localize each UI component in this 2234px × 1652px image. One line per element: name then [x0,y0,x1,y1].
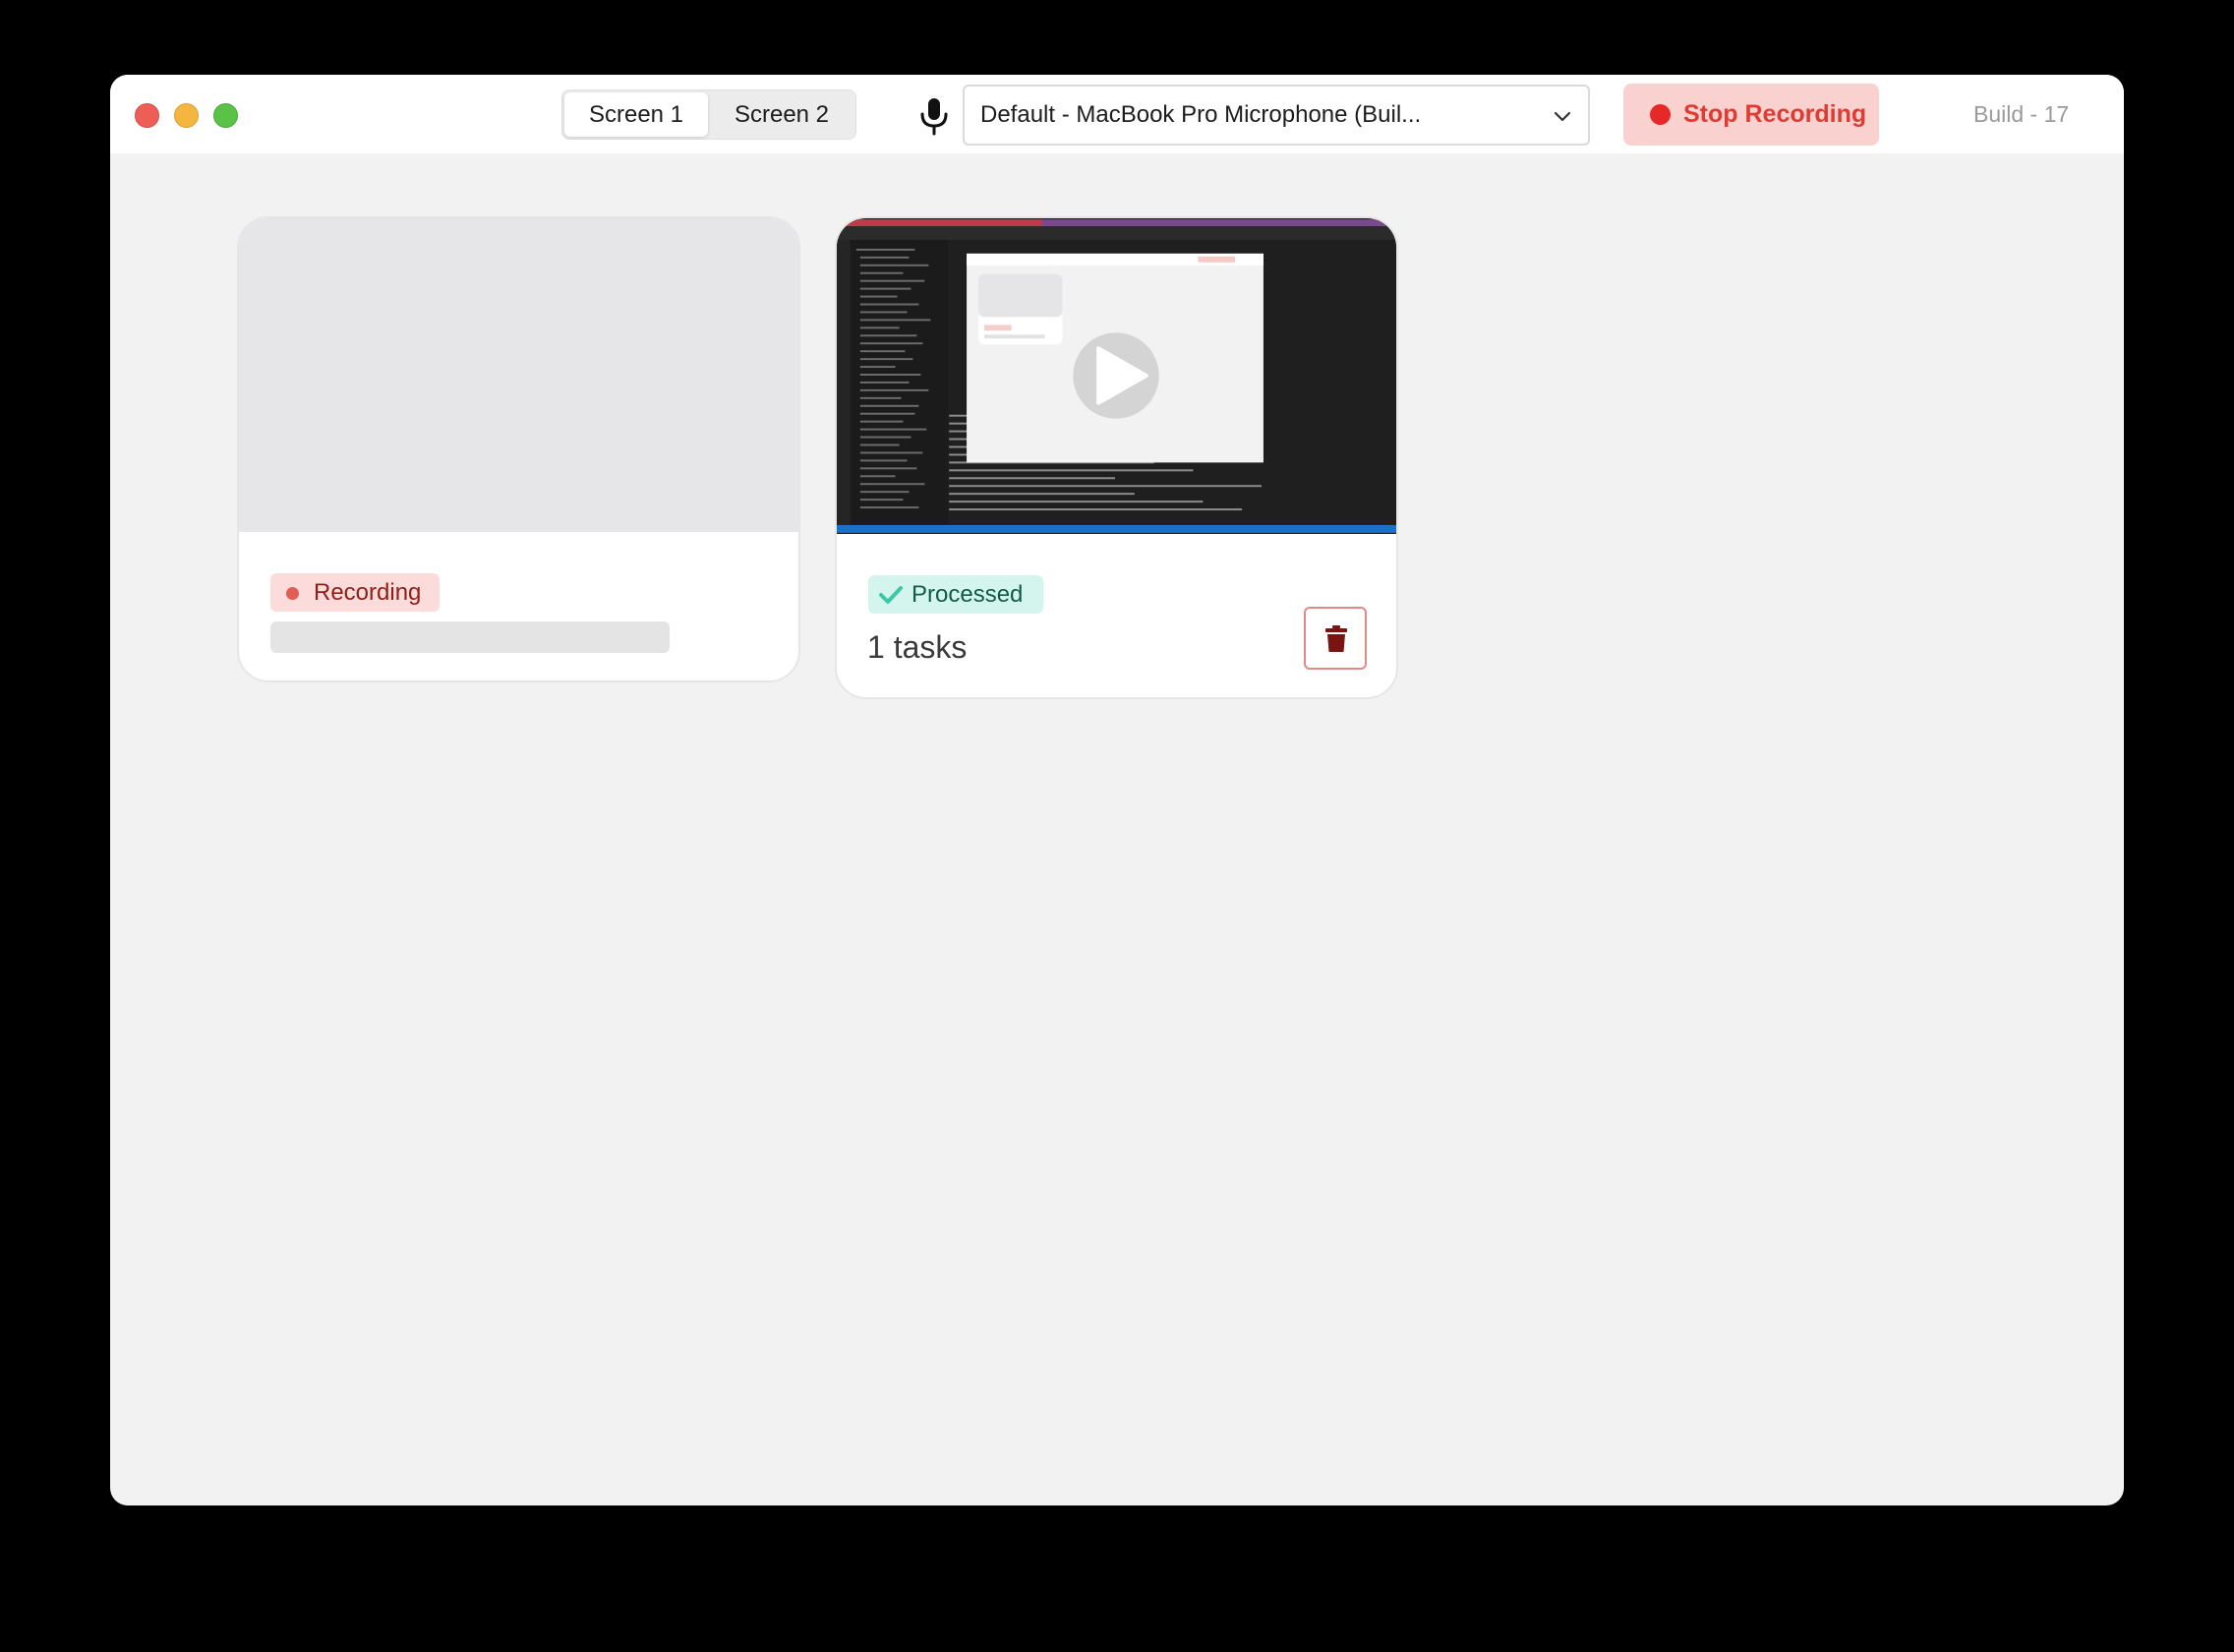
app-window: Screen 1 Screen 2 Default - MacBook Pro … [110,75,2124,1505]
status-badge-processed: Processed [868,575,1043,614]
microphone-icon [916,96,952,136]
minimize-window-button[interactable] [174,103,199,128]
stop-recording-label: Stop Recording [1683,100,1867,128]
trash-icon [1325,625,1347,652]
checkmark-icon [879,586,903,604]
screen-1-tab[interactable]: Screen 1 [564,92,708,137]
chevron-down-icon [1554,111,1571,122]
tasks-count: 1 tasks [867,629,968,665]
video-thumbnail[interactable] [837,218,1396,534]
record-dot-icon [286,587,299,600]
titlebar: Screen 1 Screen 2 Default - MacBook Pro … [110,75,2124,153]
status-label: Processed [911,581,1024,608]
build-label: Build - 17 [1973,101,2070,127]
microphone-select[interactable]: Default - MacBook Pro Microphone (Buil..… [963,85,1590,146]
loading-skeleton [270,621,670,653]
screen-selector: Screen 1 Screen 2 [561,89,856,140]
close-window-button[interactable] [135,103,159,128]
screen-2-tab[interactable]: Screen 2 [710,92,853,137]
recording-card[interactable]: Recording [237,216,800,682]
processed-card[interactable]: Processed 1 tasks [835,216,1398,699]
record-dot-icon [1650,104,1671,125]
maximize-window-button[interactable] [213,103,238,128]
thumbnail-placeholder [239,218,798,532]
status-label: Recording [314,579,422,606]
microphone-select-value: Default - MacBook Pro Microphone (Buil..… [980,101,1422,128]
delete-button[interactable] [1304,607,1367,670]
stop-recording-button[interactable]: Stop Recording [1623,84,1879,146]
status-badge-recording: Recording [270,573,440,612]
